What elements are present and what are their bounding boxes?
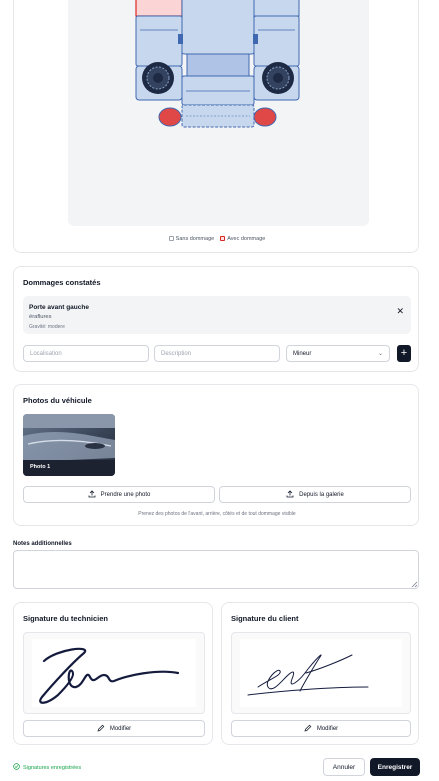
chevron-down-icon: ⌄ (377, 351, 383, 357)
notes-textarea[interactable] (13, 550, 419, 589)
technician-signature-card: Signature du technicien Modifier (13, 602, 213, 745)
damage-type: éraflures (29, 314, 52, 320)
description-input[interactable]: Description (154, 345, 280, 362)
client-edit-label: Modifier (316, 725, 339, 732)
tail-light-right[interactable] (253, 107, 277, 127)
panel-roof[interactable] (181, 0, 255, 55)
legend-no-damage-swatch (168, 236, 174, 242)
add-damage-button[interactable]: + (397, 345, 411, 362)
location-input[interactable]: Localisation (23, 345, 149, 362)
panel-rear-window[interactable] (186, 53, 250, 77)
take-photo-button[interactable]: Prendre une photo (23, 486, 215, 503)
pencil-icon (304, 724, 312, 734)
technician-edit-label: Modifier (109, 725, 132, 732)
vehicle-diagram (135, 0, 300, 128)
signatures-saved-status: Signatures enregistrées (13, 763, 81, 772)
photos-title: Photos du véhicule (23, 396, 92, 405)
damages-card: Dommages constatés Porte avant gauche ér… (13, 266, 419, 372)
damage-list-item: Porte avant gauche éraflures Gravité: mo… (23, 296, 411, 334)
mirror-left (178, 34, 183, 44)
technician-signature-title: Signature du technicien (23, 614, 109, 623)
cancel-button[interactable]: Annuler (323, 758, 365, 776)
diagram-legend: Sans dommage Avec dommage (14, 236, 420, 242)
vehicle-diagram-area (68, 0, 369, 226)
legend-damage-swatch (220, 236, 226, 242)
panel-front-left-door[interactable] (135, 0, 183, 17)
client-signature-pad[interactable] (231, 632, 411, 714)
damage-name: Porte avant gauche (29, 304, 89, 311)
technician-signature-image (39, 647, 180, 704)
technician-signature-canvas (32, 639, 196, 707)
vehicle-diagram-card: Sans dommage Avec dommage (13, 0, 419, 253)
gallery-button[interactable]: Depuis la galerie (219, 486, 411, 503)
notes-label: Notes additionnelles (13, 541, 72, 547)
upload-icon (286, 489, 294, 500)
photo-thumbnail[interactable]: Photo 1 (23, 414, 115, 476)
client-edit-button[interactable]: Modifier (231, 720, 411, 737)
client-signature-canvas (240, 639, 402, 707)
client-signature-title: Signature du client (231, 614, 299, 623)
gallery-label: Depuis la galerie (299, 491, 344, 498)
take-photo-label: Prendre une photo (100, 491, 151, 498)
pencil-icon (97, 724, 105, 734)
damages-title: Dommages constatés (23, 278, 101, 287)
technician-signature-pad[interactable] (23, 632, 205, 714)
panel-trunk[interactable] (181, 75, 255, 106)
severity-select-value: Mineur (293, 351, 312, 357)
panel-front-right-door[interactable] (253, 0, 300, 17)
technician-edit-button[interactable]: Modifier (23, 720, 205, 737)
photos-card: Photos du véhicule Photo 1 Prendre une p… (13, 384, 419, 526)
photo-label: Photo 1 (30, 464, 51, 470)
damage-severity: Gravité: modere (29, 324, 65, 330)
client-signature-image (247, 654, 369, 696)
severity-select[interactable]: Mineur ⌄ (286, 345, 390, 362)
save-button[interactable]: Enregistrer (370, 758, 420, 776)
mirror-right (253, 34, 258, 44)
wheel-rear-right[interactable] (262, 62, 294, 94)
legend-no-damage: Sans dommage (168, 236, 215, 242)
wheel-rear-left[interactable] (142, 62, 174, 94)
resize-grip-icon[interactable] (410, 580, 418, 588)
photos-hint: Prenez des photos de l'avant, arrière, c… (138, 511, 296, 517)
panel-rear-left-door[interactable] (135, 15, 183, 67)
client-signature-card: Signature du client Modifier (221, 602, 419, 745)
legend-damage: Avec dommage (220, 236, 265, 242)
upload-icon (88, 489, 96, 500)
panel-rear-right-door[interactable] (253, 15, 300, 67)
close-icon[interactable]: ✕ (396, 306, 404, 317)
legend-damage-label: Avec dommage (227, 236, 266, 242)
legend-no-damage-label: Sans dommage (175, 236, 215, 242)
check-circle-icon (13, 763, 20, 772)
tail-light-left[interactable] (158, 107, 182, 127)
signatures-saved-label: Signatures enregistrées (23, 764, 82, 771)
